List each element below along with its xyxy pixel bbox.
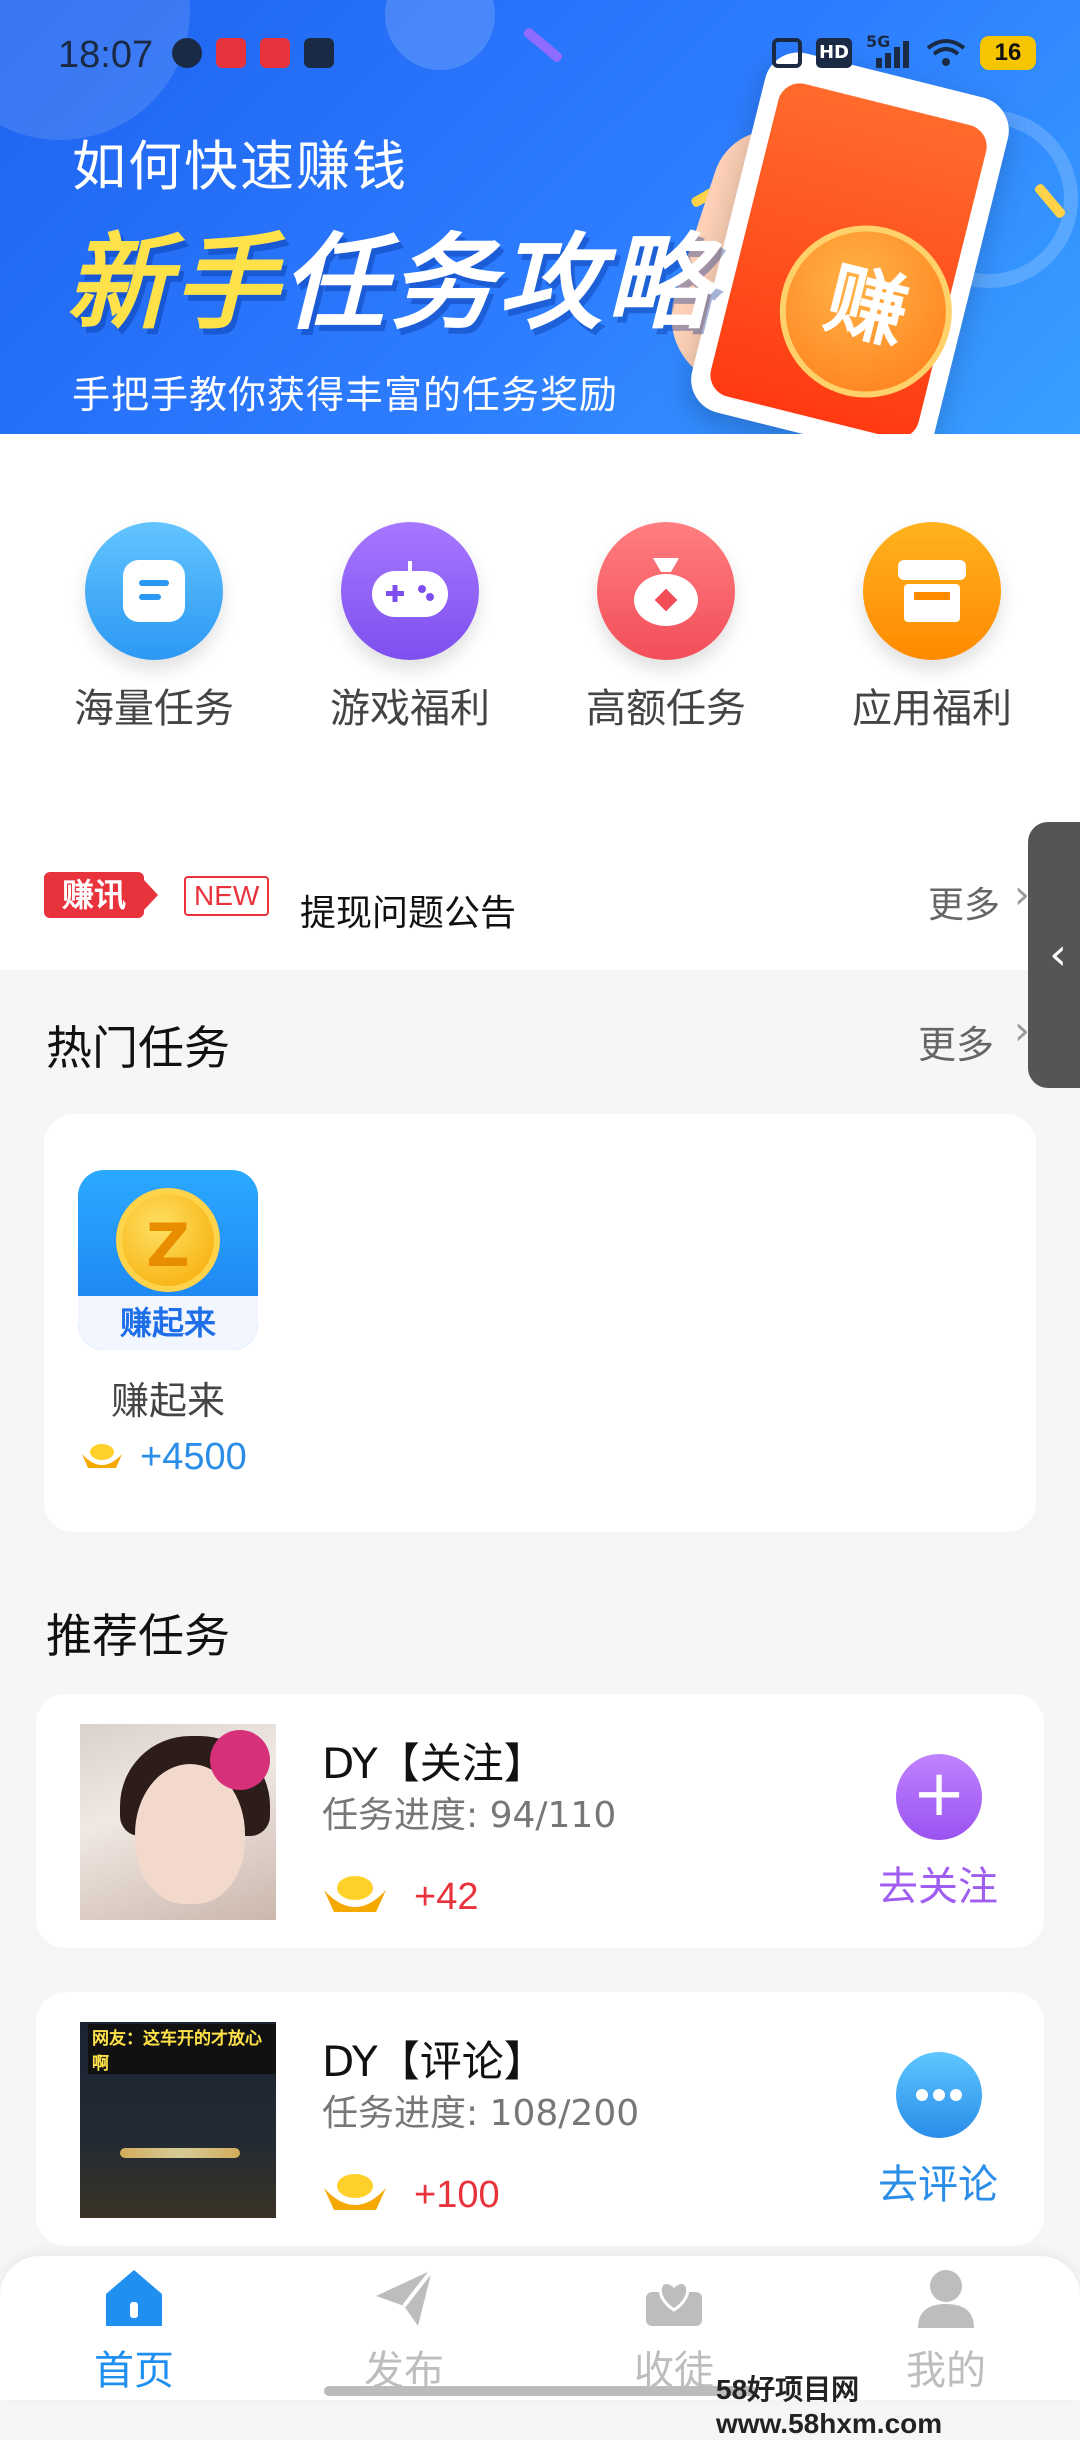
chevron-right-icon: › — [1014, 1008, 1030, 1054]
coin-icon: Z — [116, 1188, 220, 1292]
money-bag-icon — [597, 522, 735, 660]
task-thumbnail: 网友：这车开的才放心啊 — [80, 2022, 276, 2218]
hot-tasks-title: 热门任务 — [46, 1021, 230, 1075]
gold-ingot-icon — [82, 1444, 122, 1468]
hd-icon: HD — [816, 38, 852, 68]
battery-icon: 16 — [980, 36, 1036, 70]
video-app-icon — [260, 38, 290, 68]
gold-ingot-icon — [324, 1876, 386, 1912]
task-progress: 任务进度: 94/110 — [322, 1795, 617, 1836]
chevron-left-icon: ‹ — [1049, 929, 1067, 980]
task-reward: +42 — [414, 1876, 479, 1918]
store-icon — [863, 522, 1001, 660]
hot-tasks-more-link[interactable]: 更多 — [918, 1014, 994, 1069]
comment-action-button[interactable]: 去评论 — [878, 2152, 998, 2210]
recommended-title: 推荐任务 — [46, 1609, 230, 1663]
task-title: DY【关注】 — [322, 1739, 546, 1788]
app-icon-caption: 赚起来 — [78, 1296, 258, 1350]
app-icon: Z 赚起来 — [78, 1170, 258, 1350]
nav-publish[interactable]: 发布 — [304, 2266, 504, 2396]
heart-envelope-icon — [642, 2266, 706, 2330]
home-icon — [102, 2266, 166, 2330]
vibrate-icon — [772, 38, 802, 68]
notice-text[interactable]: 提现问题公告 — [300, 884, 516, 936]
task-list-icon — [85, 522, 223, 660]
nav-label: 首页 — [94, 2348, 174, 2394]
banner-headline: 如何快速赚钱 — [72, 135, 408, 198]
status-time: 18:07 — [58, 34, 154, 76]
comment-bubble-icon[interactable] — [896, 2052, 982, 2138]
category-label: 游戏福利 — [330, 686, 490, 732]
category-mass-tasks[interactable]: 海量任务 — [44, 522, 264, 734]
notice-more-link[interactable]: 更多 — [928, 876, 1000, 928]
follow-plus-icon[interactable]: + — [896, 1754, 982, 1840]
watermark: 58好项目网www.58hxm.com — [716, 2374, 943, 2439]
signal-icon: 5G — [866, 32, 912, 68]
calendar-icon — [304, 38, 334, 68]
category-app-benefits[interactable]: 应用福利 — [822, 522, 1042, 734]
task-title: DY【评论】 — [322, 2037, 546, 2086]
task-thumbnail — [80, 1724, 276, 1920]
category-label: 高额任务 — [586, 686, 746, 732]
task-reward: +100 — [414, 2174, 500, 2216]
earn-coin-illustration: 赚 — [761, 207, 971, 416]
status-bar: 18:07 HD 5G 16 — [0, 0, 1080, 120]
banner-subtitle: 手把手教你获得丰富的任务奖励 — [72, 373, 619, 417]
gold-ingot-icon — [324, 2174, 386, 2210]
hot-task-reward: +4500 — [140, 1436, 247, 1478]
category-label: 应用福利 — [852, 686, 1012, 732]
banner-title: 新手任务攻略 — [66, 222, 715, 344]
hot-task-name: 赚起来 — [110, 1379, 225, 1423]
home-indicator[interactable] — [324, 2386, 756, 2396]
pinduoduo-icon — [216, 38, 246, 68]
side-drawer-handle[interactable]: ‹ — [1028, 822, 1080, 1088]
paper-plane-icon — [372, 2266, 436, 2330]
nav-home[interactable]: 首页 — [34, 2266, 234, 2396]
category-label: 海量任务 — [74, 686, 234, 732]
notice-tag: 赚讯 — [44, 872, 158, 918]
thumbnail-caption: 网友：这车开的才放心啊 — [88, 2024, 276, 2074]
new-badge: NEW — [184, 876, 270, 916]
user-icon — [914, 2266, 978, 2330]
follow-action-button[interactable]: 去关注 — [878, 1854, 998, 1912]
category-game-benefits[interactable]: 游戏福利 — [300, 522, 520, 734]
gamepad-icon — [341, 522, 479, 660]
task-progress: 任务进度: 108/200 — [322, 2093, 640, 2134]
wechat-icon — [172, 38, 202, 68]
category-high-reward[interactable]: 高额任务 — [556, 522, 776, 734]
wifi-icon — [926, 39, 966, 66]
